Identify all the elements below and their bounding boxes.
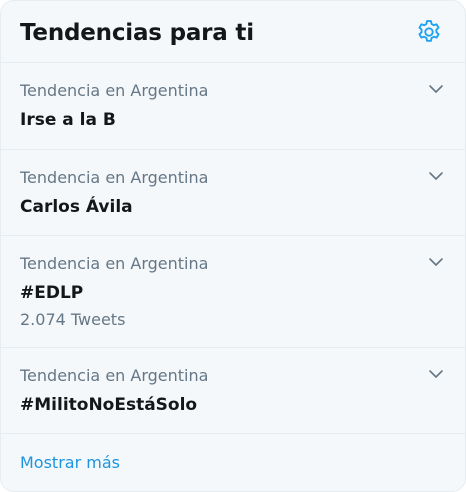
trend-item[interactable]: Tendencia en Argentina #EDLP 2.074 Tweet… [1,236,465,348]
chevron-down-icon[interactable] [427,365,445,383]
trend-name: #EDLP [20,283,84,303]
trends-header: Tendencias para ti [1,1,465,63]
trends-footer: Mostrar más [1,434,465,491]
trend-name: Irse a la B [20,110,116,130]
chevron-down-icon[interactable] [427,80,445,98]
trend-context: Tendencia en Argentina [20,168,209,187]
trend-tweet-count: 2.074 Tweets [20,310,126,329]
trends-panel: Tendencias para ti Tendencia en Argentin… [0,0,466,492]
trend-item[interactable]: Tendencia en Argentina Carlos Ávila [1,150,465,236]
trend-context: Tendencia en Argentina [20,366,209,385]
trend-context: Tendencia en Argentina [20,81,209,100]
trend-name: Carlos Ávila [20,197,133,217]
trend-item[interactable]: Tendencia en Argentina #MilitoNoEstáSolo [1,348,465,434]
panel-title: Tendencias para ti [20,20,254,46]
chevron-down-icon[interactable] [427,167,445,185]
show-more-link[interactable]: Mostrar más [20,453,120,473]
trend-name: #MilitoNoEstáSolo [20,395,198,415]
chevron-down-icon[interactable] [427,253,445,271]
trend-context: Tendencia en Argentina [20,254,209,273]
gear-icon[interactable] [415,18,443,46]
trend-item[interactable]: Tendencia en Argentina Irse a la B [1,63,465,150]
